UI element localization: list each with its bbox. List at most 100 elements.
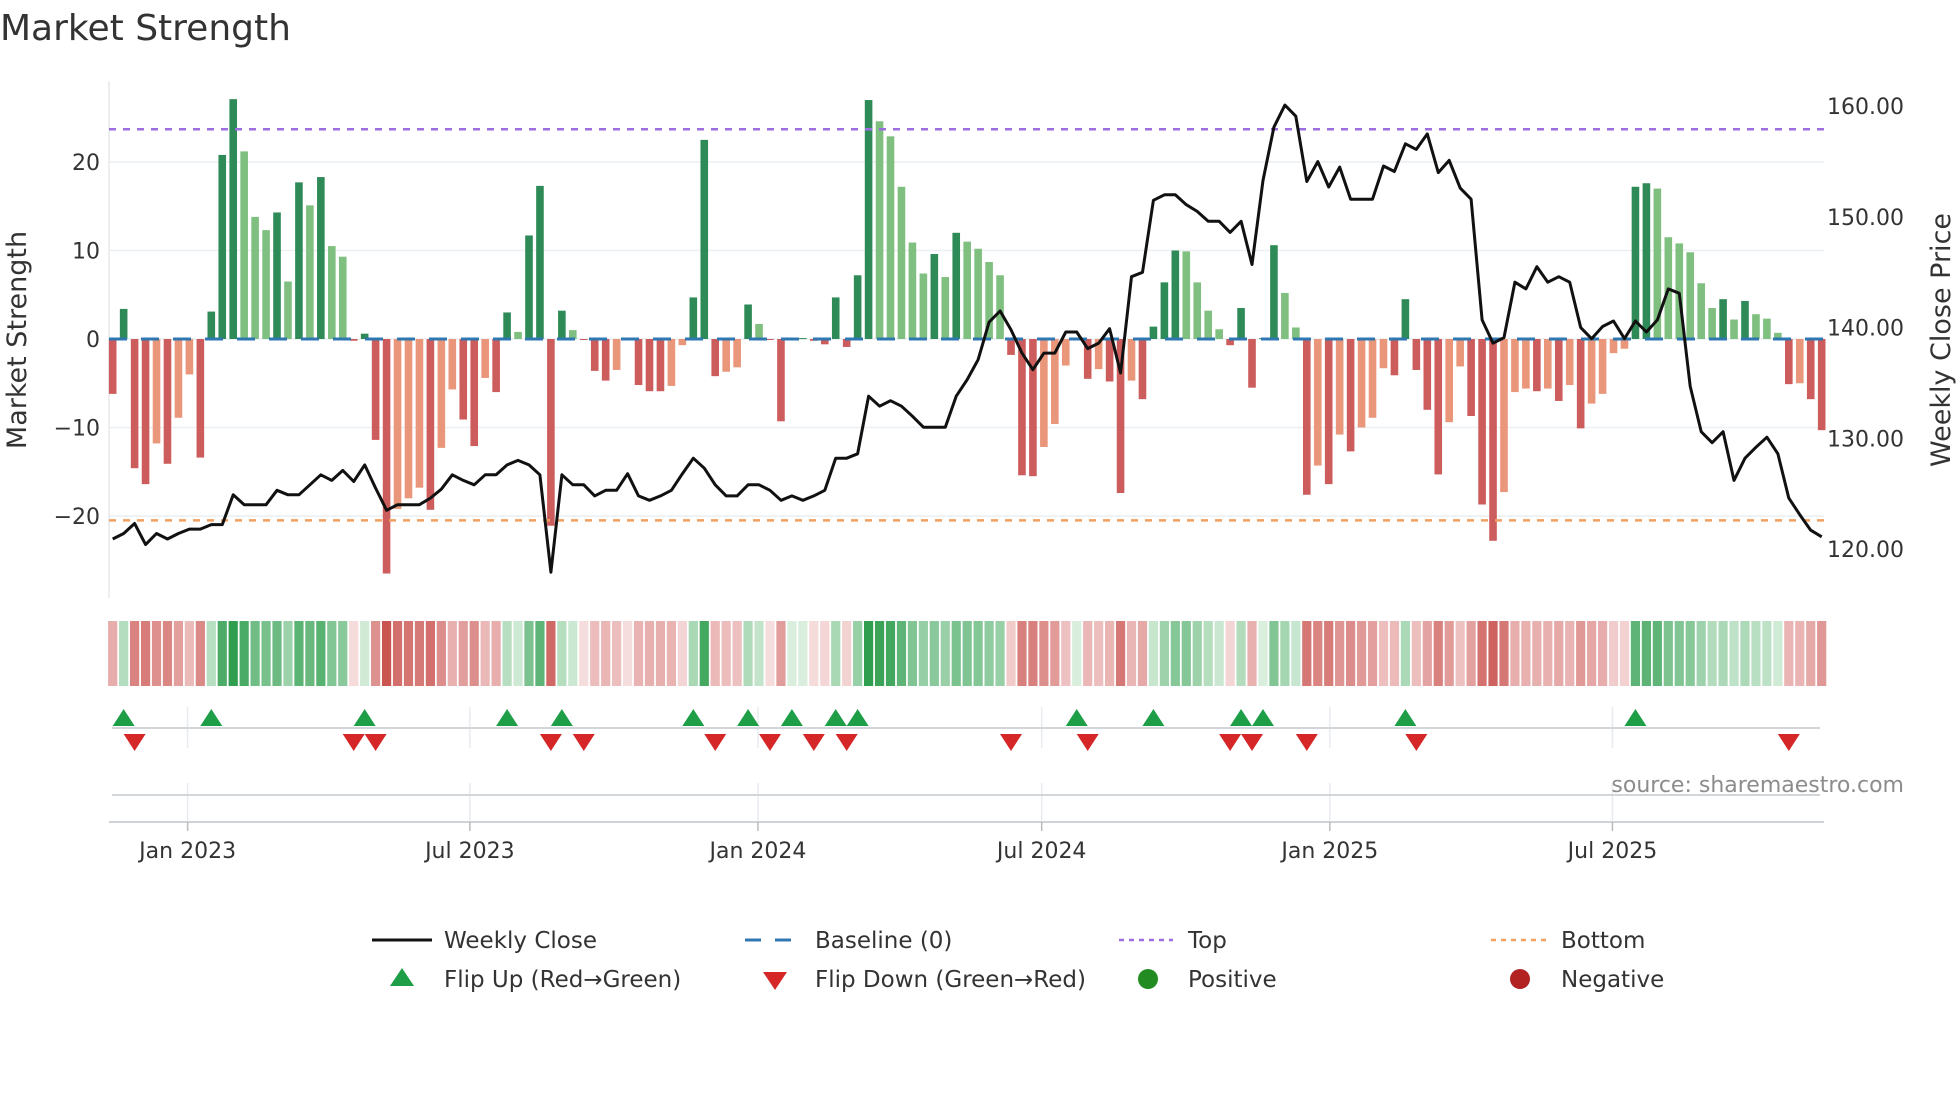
market-strength-chart: Market Strength 20 10 0 −10 −20 160.00 150.00… — [0, 8, 1957, 993]
strength-bar — [1423, 339, 1432, 410]
strength-bar — [875, 121, 884, 339]
strength-bar — [1587, 339, 1596, 404]
strength-bar — [711, 339, 720, 377]
heatmap-cell — [1685, 621, 1695, 686]
heatmap-cell — [699, 621, 709, 686]
strength-bar — [700, 139, 709, 339]
heatmap-cell — [1499, 621, 1509, 686]
heatmap-cell — [250, 621, 260, 686]
strength-bar — [941, 277, 950, 339]
heatmap-cell — [743, 621, 753, 686]
legend-item-negative: Negative — [1510, 967, 1664, 993]
strength-bar — [1412, 339, 1421, 370]
heatmap-cell — [622, 621, 633, 686]
heatmap-cell — [1696, 621, 1706, 686]
strength-bar — [733, 339, 741, 368]
heatmap-cell — [184, 621, 194, 686]
y2-tick-label: 160.00 — [1827, 95, 1904, 120]
strength-bar — [1149, 326, 1158, 339]
flip-down-marker — [802, 734, 825, 751]
x-tick-label: Jul 2024 — [995, 839, 1087, 864]
strength-bar — [284, 281, 292, 339]
strength-bar — [1302, 339, 1311, 495]
strength-bar — [229, 99, 238, 339]
heatmap-cell — [1619, 621, 1630, 686]
heatmap-cell — [1795, 621, 1805, 686]
strength-bar — [1379, 339, 1388, 369]
legend-label: Baseline (0) — [815, 928, 952, 954]
legend-label: Weekly Close — [444, 928, 597, 954]
flip-up-marker — [1624, 709, 1647, 726]
heatmap-cell — [1313, 621, 1323, 686]
heatmap-cell — [491, 621, 501, 686]
strength-bar — [525, 235, 533, 339]
heatmap-cell — [601, 621, 611, 686]
strength-bar — [1478, 339, 1486, 505]
heatmap-cell — [513, 621, 523, 686]
flip-up-marker — [1142, 709, 1165, 726]
strength-bar — [1160, 282, 1169, 339]
heatmap-cell — [1400, 621, 1410, 686]
heatmap-cell — [130, 621, 140, 686]
heatmap-cell — [480, 621, 490, 686]
strength-bar — [536, 185, 544, 339]
heatmap-cell — [1247, 621, 1257, 686]
strength-bar — [1795, 339, 1804, 384]
heatmap-cell — [831, 621, 841, 686]
flip-down-marker — [572, 734, 595, 751]
legend-item-flip-up: Flip Up (Red→Green) — [390, 967, 681, 993]
heatmap-cell — [239, 621, 249, 686]
heatmap-cell — [798, 621, 808, 686]
heatmap-cell — [1510, 621, 1520, 686]
heatmap-cell — [1105, 621, 1115, 686]
strength-bar — [1763, 318, 1771, 339]
strength-bar — [1730, 319, 1738, 339]
heatmap-cell — [1356, 621, 1367, 686]
heatmap-cell — [392, 621, 403, 686]
heatmap-cell — [305, 621, 315, 686]
strength-bar — [119, 308, 128, 339]
heatmap-cell — [458, 621, 468, 686]
flip-up-marker — [200, 709, 223, 726]
strength-bar — [930, 254, 939, 339]
heatmap-cell — [765, 621, 775, 686]
heatmap-cell — [688, 621, 698, 686]
strength-bar — [1456, 339, 1464, 367]
strength-bar — [1719, 299, 1727, 339]
heatmap-cell — [612, 621, 622, 686]
strength-bar — [273, 212, 281, 339]
heatmap-cell — [1817, 621, 1827, 686]
heatmap-cell — [1597, 621, 1608, 686]
flip-up-marker — [737, 709, 760, 726]
heatmap-cell — [1126, 621, 1137, 686]
strength-bar — [1741, 300, 1749, 339]
y2-tick-label: 120.00 — [1827, 538, 1904, 563]
flip-markers — [112, 709, 1800, 751]
heatmap-cell — [272, 621, 282, 686]
heatmap-cell — [1740, 621, 1750, 686]
strength-bar — [1434, 339, 1443, 475]
strength-bar — [1127, 339, 1136, 381]
strength-bar — [547, 339, 555, 526]
strength-bar — [404, 339, 413, 499]
heatmap-cell — [1433, 621, 1443, 686]
left-axis-title: Market Strength — [2, 231, 33, 449]
heatmap-cell — [338, 621, 348, 686]
heatmap-cell — [1214, 621, 1224, 686]
heatmap-cell — [1444, 621, 1454, 686]
strength-bar — [218, 154, 227, 339]
heatmap-cell — [1137, 621, 1148, 686]
heatmap-cell — [568, 621, 578, 686]
heatmap-cell — [842, 621, 852, 686]
source-label: source: sharemaestro.com — [1611, 773, 1904, 798]
strength-bar — [1138, 339, 1147, 400]
strength-bar — [1576, 339, 1585, 429]
heatmap-cell — [1302, 621, 1312, 686]
strength-bar — [1631, 186, 1640, 339]
flip-down-marker — [704, 734, 727, 751]
legend-label: Bottom — [1561, 928, 1645, 954]
heatmap-cell — [721, 621, 731, 686]
heatmap-cell — [1236, 621, 1246, 686]
strength-bar — [382, 339, 391, 574]
strength-bar — [196, 339, 205, 458]
